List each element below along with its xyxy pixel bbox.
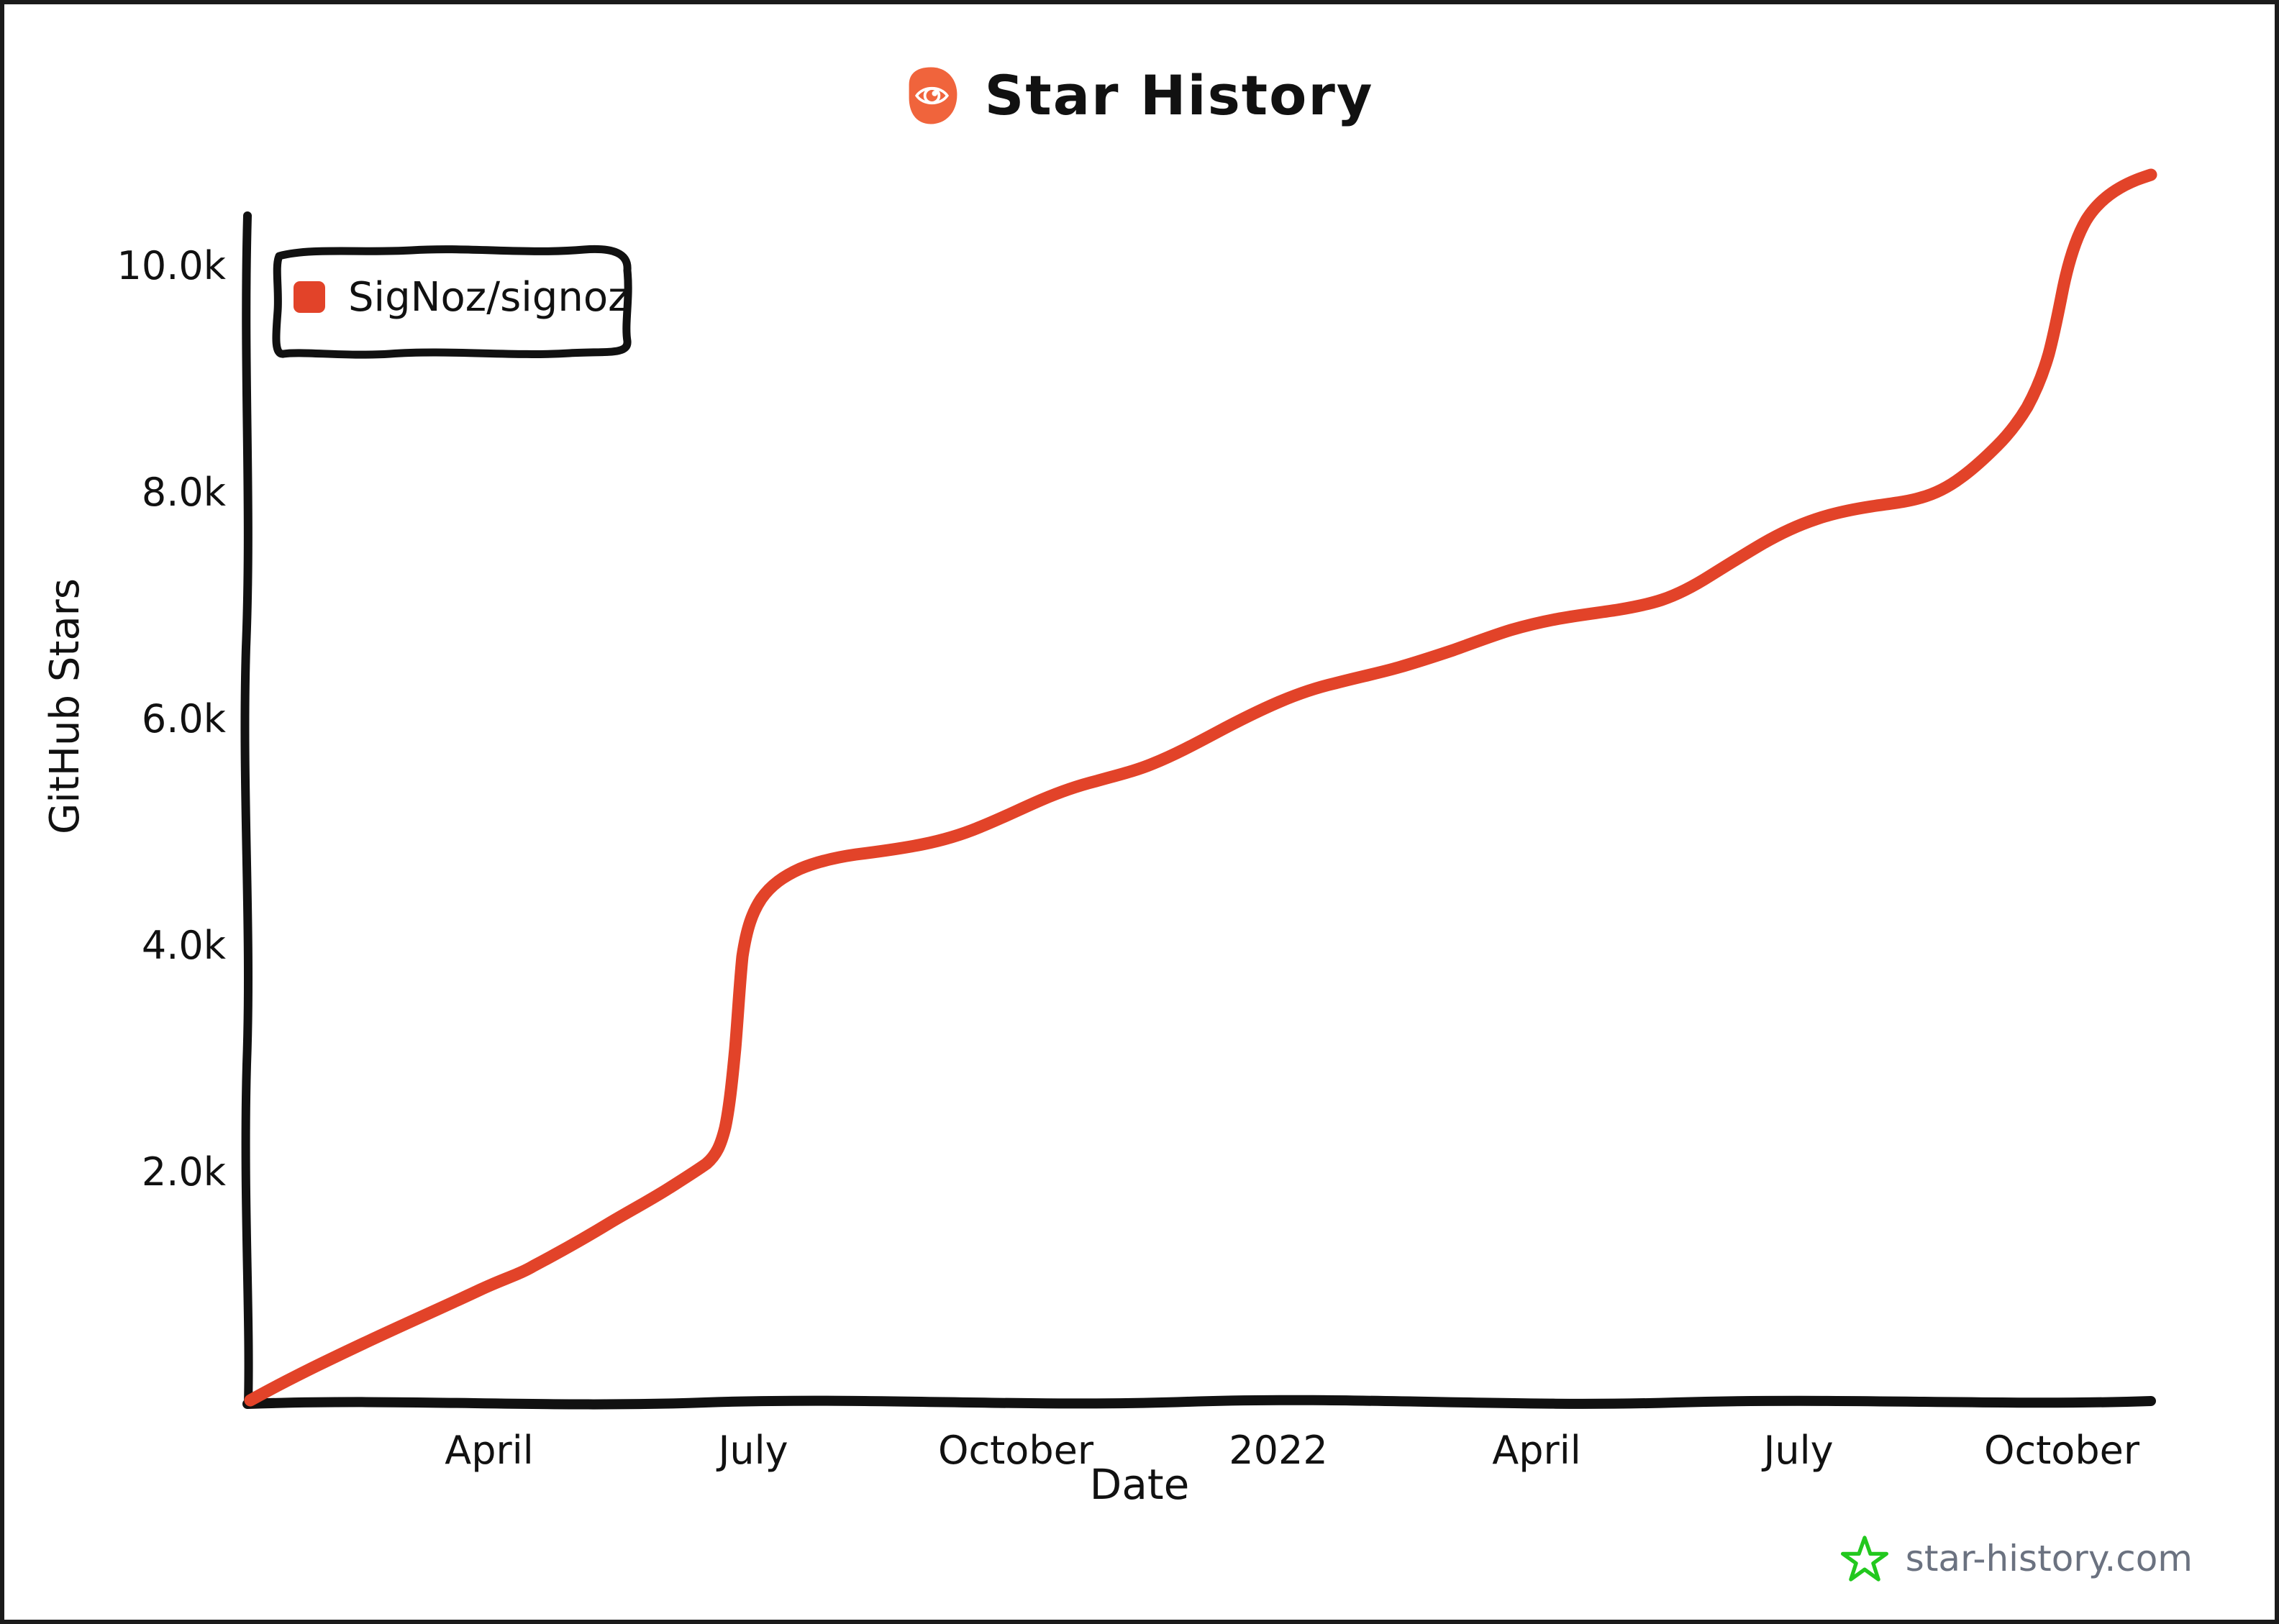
star-outline-icon <box>1840 1536 1888 1582</box>
chart-legend[interactable]: SigNoz/signoz <box>268 232 639 362</box>
y-tick-8k: 8.0k <box>141 470 226 515</box>
y-tick-4k: 4.0k <box>141 923 226 968</box>
legend-label-signoz: SigNoz/signoz <box>348 273 629 321</box>
x-axis-line <box>242 1395 2156 1410</box>
y-axis-title: GitHub Stars <box>42 578 88 834</box>
y-tick-10k: 10.0k <box>117 243 226 288</box>
x-axis-title: Date <box>1089 1460 1190 1509</box>
watermark-text: star-history.com <box>1905 1538 2193 1579</box>
y-axis-line <box>240 211 253 1407</box>
y-tick-2k: 2.0k <box>141 1149 226 1195</box>
watermark[interactable]: star-history.com <box>1840 1535 2193 1582</box>
y-tick-6k: 6.0k <box>141 696 226 742</box>
legend-swatch-signoz <box>294 281 325 313</box>
